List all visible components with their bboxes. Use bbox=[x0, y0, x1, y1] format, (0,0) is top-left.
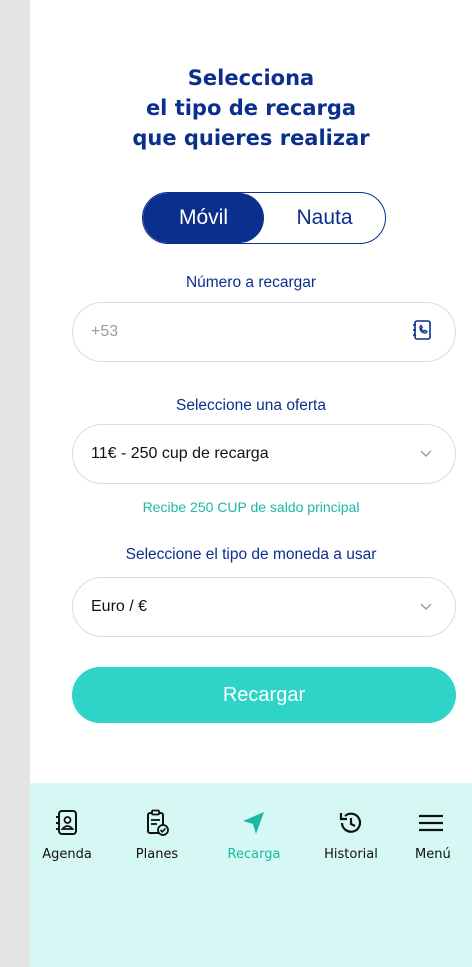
recharge-type-toggle: Móvil Nauta bbox=[142, 192, 386, 244]
phone-input[interactable] bbox=[91, 323, 411, 341]
nav-label-menu: Menú bbox=[415, 847, 451, 862]
nav-item-planes[interactable]: Planes bbox=[117, 807, 197, 862]
page-title: Selecciona el tipo de recarga que quiere… bbox=[30, 63, 472, 153]
nav-label-historial: Historial bbox=[324, 847, 378, 862]
history-icon bbox=[335, 807, 367, 839]
title-line-2: el tipo de recarga bbox=[145, 96, 357, 120]
nav-item-agenda[interactable]: Agenda bbox=[27, 807, 107, 862]
nav-item-historial[interactable]: Historial bbox=[311, 807, 391, 862]
left-side-panel bbox=[0, 0, 30, 967]
currency-label: Seleccione el tipo de moneda a usar bbox=[125, 546, 377, 563]
toggle-nauta[interactable]: Nauta bbox=[264, 193, 385, 243]
phone-field[interactable] bbox=[72, 302, 456, 362]
contact-book-icon[interactable] bbox=[411, 319, 433, 346]
title-line-3: que quieres realizar bbox=[132, 126, 370, 150]
nav-label-agenda: Agenda bbox=[42, 847, 92, 862]
send-arrow-icon bbox=[238, 807, 270, 839]
menu-icon bbox=[415, 807, 447, 839]
nav-label-recarga: Recarga bbox=[227, 847, 281, 862]
nav-item-recarga[interactable]: Recarga bbox=[214, 807, 294, 862]
bottom-navigation: Agenda Planes Recarga Historial Menú bbox=[30, 783, 472, 967]
currency-select[interactable]: Euro / € bbox=[72, 577, 456, 637]
offer-selected-value: 11€ - 250 cup de recarga bbox=[91, 445, 269, 462]
nav-item-menu[interactable]: Menú bbox=[405, 807, 472, 862]
title-line-1: Selecciona bbox=[187, 66, 315, 90]
offer-select[interactable]: 11€ - 250 cup de recarga bbox=[72, 424, 456, 484]
offer-label: Seleccione una oferta bbox=[176, 397, 326, 414]
nav-label-planes: Planes bbox=[135, 847, 179, 862]
phone-label: Número a recargar bbox=[185, 274, 317, 291]
offer-hint: Recibe 250 CUP de saldo principal bbox=[142, 499, 360, 515]
contacts-book-icon bbox=[51, 807, 83, 839]
chevron-down-icon bbox=[419, 447, 433, 461]
recargar-button[interactable]: Recargar bbox=[72, 667, 456, 723]
chevron-down-icon bbox=[419, 600, 433, 614]
toggle-movil[interactable]: Móvil bbox=[143, 193, 264, 243]
clipboard-check-icon bbox=[141, 807, 173, 839]
currency-selected-value: Euro / € bbox=[91, 598, 148, 615]
